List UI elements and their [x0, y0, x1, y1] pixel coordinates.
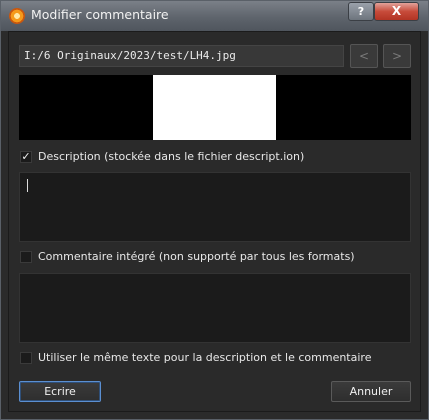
file-path-field[interactable]: I:/6 Originaux/2023/test/LH4.jpg [19, 45, 344, 67]
title-bar[interactable]: Modifier commentaire ? X [1, 1, 428, 31]
text-caret [27, 179, 28, 192]
same-text-label: Utiliser le même texte pour la descripti… [38, 351, 372, 364]
help-button[interactable]: ? [348, 2, 374, 21]
comment-label: Commentaire intégré (non supporté par to… [38, 250, 355, 263]
image-preview [19, 75, 411, 140]
comment-textarea[interactable] [19, 273, 411, 343]
same-text-checkbox[interactable] [20, 352, 32, 364]
comment-checkbox[interactable] [20, 251, 32, 263]
write-button[interactable]: Ecrire [19, 381, 101, 402]
close-button[interactable]: X [374, 2, 419, 21]
next-file-button[interactable]: > [383, 44, 411, 68]
window-title: Modifier commentaire [31, 7, 169, 22]
cancel-button[interactable]: Annuler [331, 381, 411, 402]
previous-file-button[interactable]: < [350, 44, 378, 68]
file-path-text: I:/6 Originaux/2023/test/LH4.jpg [24, 49, 236, 62]
description-label: Description (stockée dans le fichier des… [38, 150, 305, 163]
preview-white-region [153, 75, 276, 140]
app-icon [9, 8, 25, 24]
dialog-content: I:/6 Originaux/2023/test/LH4.jpg < > ✓ D… [8, 31, 421, 412]
description-textarea[interactable] [19, 172, 411, 242]
description-checkbox[interactable]: ✓ [20, 151, 32, 163]
dialog-window: Modifier commentaire ? X I:/6 Originaux/… [0, 0, 429, 420]
